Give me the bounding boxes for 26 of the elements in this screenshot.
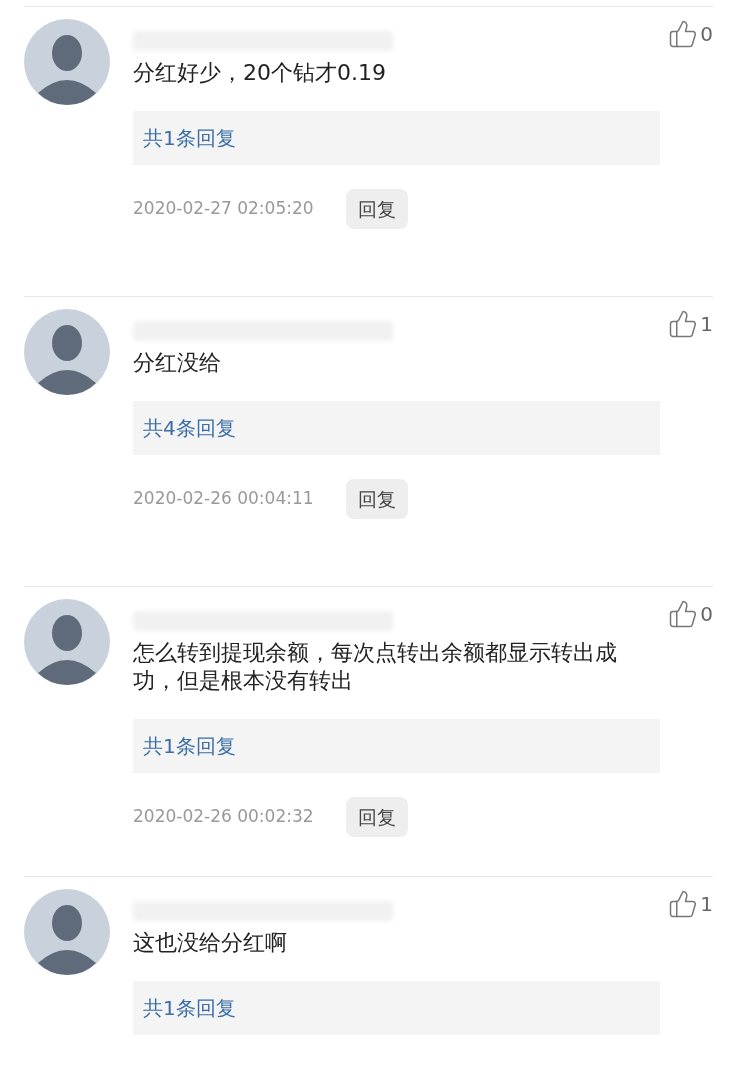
view-replies-link[interactable]: 共1条回复 [133,719,660,773]
view-replies-link[interactable]: 共4条回复 [133,401,660,455]
reply-button[interactable]: 回复 [345,797,408,837]
comment-text: 分红没给 [133,349,222,377]
like-icon[interactable] [668,19,699,49]
like-count: 1 [700,311,713,338]
reply-button[interactable]: 回复 [345,479,408,519]
like-icon[interactable] [668,599,699,629]
comment-time: 2020-02-27 02:05:20 [133,197,314,221]
avatar-icon [24,599,110,685]
like-count: 0 [700,601,713,628]
comment-text: 这也没给分红啊 [133,929,288,957]
view-replies-link[interactable]: 共1条回复 [133,981,660,1035]
like-count: 1 [700,891,713,918]
comment-text: 怎么转到提现余额，每次点转出余额都显示转出成功，但是根本没有转出 [133,639,618,695]
reply-button[interactable]: 回复 [345,189,408,229]
view-replies-link[interactable]: 共1条回复 [133,111,660,165]
avatar-icon [24,309,110,395]
avatar-icon [24,19,110,105]
comment-time: 2020-02-26 00:04:11 [133,487,314,511]
like-icon[interactable] [668,309,699,339]
comment-time: 2020-02-26 00:02:32 [133,805,314,829]
avatar-icon [24,889,110,975]
comment-text: 分红好少，20个钻才0.19 [133,59,387,87]
like-icon[interactable] [668,889,699,919]
like-count: 0 [700,21,713,48]
